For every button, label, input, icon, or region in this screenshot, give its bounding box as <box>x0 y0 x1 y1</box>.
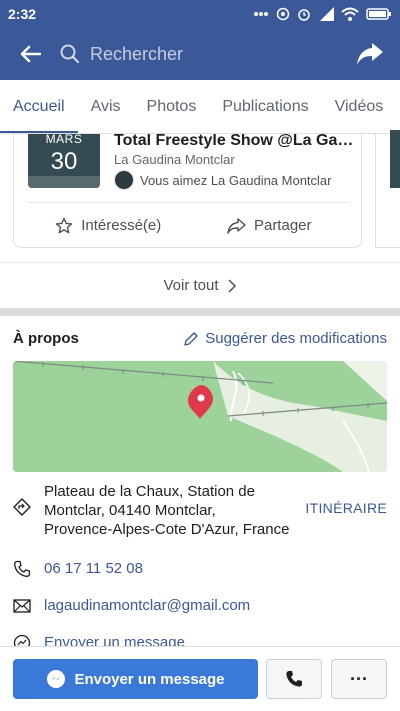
send-message-label: Envoyer un message <box>74 670 225 688</box>
event-like-text: Vous aimez La Gaudina Montclar <box>140 172 332 188</box>
sync-icon <box>276 7 290 21</box>
address-line-2: Montclar, 04140 Montclar, <box>44 502 216 519</box>
suggest-edits-label: Suggérer des modifications <box>205 330 387 347</box>
tab-publications[interactable]: Publications <box>209 80 321 133</box>
tab-videos[interactable]: Vidéos <box>322 80 397 133</box>
address-text: Plateau de la Chaux, Station de Montclar… <box>44 482 294 539</box>
more-options-button[interactable]: ··· <box>331 659 387 699</box>
back-button[interactable] <box>0 28 60 80</box>
share-arrow-icon <box>357 43 383 65</box>
envelope-icon <box>13 599 31 613</box>
event-title[interactable]: Total Freestyle Show @La Gaudina Montcla… <box>114 134 359 150</box>
status-time: 2:32 <box>8 6 37 22</box>
interested-label: Intéressé(e) <box>81 217 162 234</box>
phone-icon <box>13 560 31 578</box>
suggest-edits-link[interactable]: Suggérer des modifications <box>183 330 387 347</box>
map-graphic <box>13 361 387 472</box>
directions-diamond-icon <box>13 498 31 516</box>
address-line-1: Plateau de la Chaux, Station de <box>44 483 255 500</box>
more-notifications-icon <box>253 11 269 17</box>
location-map[interactable] <box>13 361 387 472</box>
event-organizer: La Gaudina Montclar <box>114 152 235 167</box>
see-all-link[interactable]: Voir tout <box>0 262 400 308</box>
search-input[interactable]: Rechercher <box>60 35 340 73</box>
email-row[interactable]: lagaudinamontclar@gmail.com <box>13 597 387 614</box>
tab-avis[interactable]: Avis <box>78 80 134 133</box>
event-card[interactable]: MARS 30 Total Freestyle Show @La Gaudina… <box>13 134 362 248</box>
messenger-icon <box>47 670 66 688</box>
page-avatar <box>114 170 134 190</box>
phone-icon <box>286 671 302 687</box>
signal-icon <box>318 7 334 21</box>
section-divider <box>0 308 400 316</box>
app-bar: Rechercher <box>0 28 400 80</box>
phone-number[interactable]: 06 17 11 52 08 <box>44 560 143 577</box>
chevron-right-icon <box>227 278 236 293</box>
about-header: À propos Suggérer des modifications <box>13 330 387 347</box>
tab-accueil[interactable]: Accueil <box>0 80 78 133</box>
search-placeholder: Rechercher <box>90 43 184 64</box>
phone-row[interactable]: 06 17 11 52 08 <box>13 560 387 578</box>
event-actions: Intéressé(e) Partager <box>28 202 350 247</box>
see-all-label: Voir tout <box>163 277 219 294</box>
tab-photos[interactable]: Photos <box>134 80 210 133</box>
search-icon <box>60 44 80 64</box>
send-message-button[interactable]: Envoyer un message <box>13 659 258 699</box>
wifi-icon <box>341 7 359 21</box>
event-like-info: Vous aimez La Gaudina Montclar <box>114 170 332 190</box>
directions-button[interactable]: ITINÉRAIRE <box>305 500 387 516</box>
call-button[interactable] <box>266 659 322 699</box>
event-day: 30 <box>50 148 78 175</box>
share-icon <box>227 217 246 234</box>
event-month: MARS <box>45 134 83 146</box>
event-share-button[interactable]: Partager <box>189 203 350 247</box>
arrow-left-icon <box>20 45 41 63</box>
interested-button[interactable]: Intéressé(e) <box>28 203 189 247</box>
status-bar: 2:32 <box>0 0 400 28</box>
about-title: À propos <box>13 330 79 347</box>
address-row: Plateau de la Chaux, Station de Montclar… <box>13 482 387 539</box>
share-button[interactable] <box>340 28 400 80</box>
star-icon <box>56 217 73 233</box>
email-address[interactable]: lagaudinamontclar@gmail.com <box>44 597 250 614</box>
bottom-action-bar: Envoyer un message ··· <box>0 646 400 711</box>
next-event-card[interactable] <box>375 130 400 248</box>
address-line-3: Provence-Alpes-Cote D'Azur, France <box>44 521 290 538</box>
page-tabs: Accueil Avis Photos Publications Vidéos <box>0 80 400 134</box>
alarm-icon <box>297 7 311 21</box>
pencil-icon <box>184 331 198 346</box>
event-date-thumbnail: MARS 30 <box>28 134 100 188</box>
battery-icon <box>366 7 392 21</box>
share-label: Partager <box>253 217 312 234</box>
